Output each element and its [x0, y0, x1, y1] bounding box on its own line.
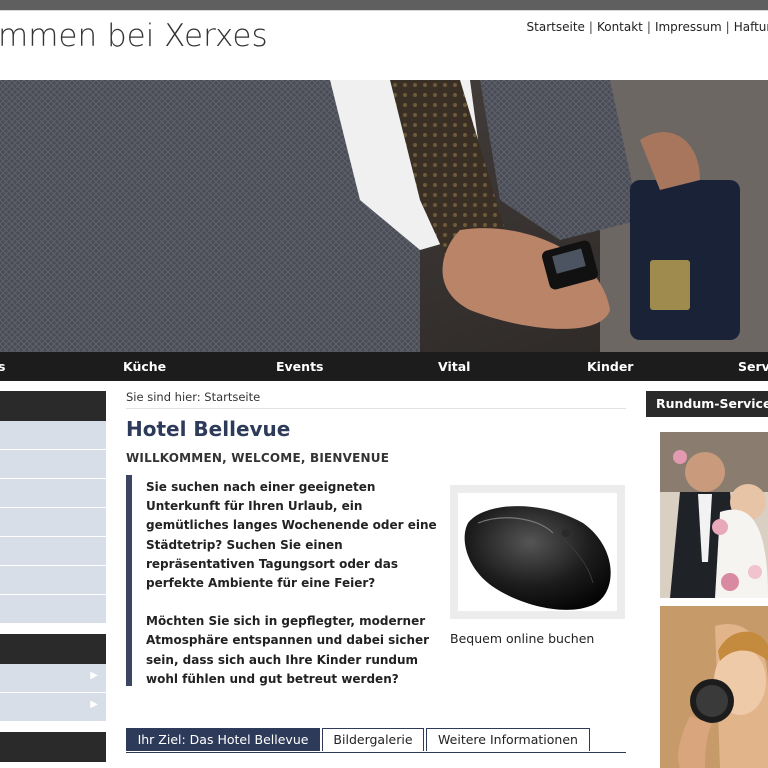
- meta-link-kontakt[interactable]: Kontakt: [597, 20, 643, 34]
- nav-item-kinder[interactable]: Kinder: [587, 359, 633, 374]
- meta-link-startseite[interactable]: Startseite: [527, 20, 585, 34]
- quote-bar: [126, 475, 132, 686]
- intro-paragraph: Möchten Sie sich in gepflegter, moderner…: [146, 614, 430, 686]
- intro-paragraph: Sie suchen nach einer geeigneten Unterku…: [146, 480, 437, 591]
- computer-mouse-image[interactable]: [458, 493, 617, 611]
- sidebar-item[interactable]: [0, 566, 106, 595]
- tab-hotel-bellevue[interactable]: Ihr Ziel: Das Hotel Bellevue: [126, 728, 320, 751]
- meta-navigation: Startseite|Kontakt|Impressum|Haftun: [527, 20, 768, 34]
- mouse-icon: [464, 506, 611, 610]
- nav-item-service-partial[interactable]: Serv: [738, 359, 768, 374]
- triangle-right-icon: ▶: [90, 670, 98, 681]
- nav-item-events[interactable]: Events: [276, 359, 323, 374]
- intro-text: Sie suchen nach einer geeigneten Unterku…: [146, 478, 446, 689]
- sidebar-item[interactable]: [0, 421, 106, 450]
- sidebar-heading: [0, 732, 106, 762]
- divider: [126, 408, 626, 409]
- page-title: Hotel Bellevue: [126, 417, 291, 441]
- tab-bildergalerie[interactable]: Bildergalerie: [322, 728, 424, 751]
- sidebar-item[interactable]: [0, 508, 106, 537]
- site-title: mmen bei Xerxes: [0, 18, 268, 54]
- sidebar-item[interactable]: [0, 537, 106, 566]
- nav-item-kueche[interactable]: Küche: [123, 359, 166, 374]
- top-strip: [0, 0, 768, 11]
- sidebar-item[interactable]: [0, 450, 106, 479]
- right-sidebar-heading: Rundum-Service: [646, 391, 768, 417]
- hero-photo-businessman: [0, 80, 768, 352]
- woman-mirror-photo[interactable]: [660, 606, 768, 768]
- sidebar-heading: [0, 634, 106, 664]
- right-sidebar-title: Rundum-Service: [656, 396, 768, 411]
- hero-image: [0, 80, 768, 352]
- meta-separator: |: [725, 20, 730, 34]
- meta-separator: |: [588, 20, 593, 34]
- sidebar-item[interactable]: ▶: [0, 664, 106, 693]
- triangle-right-icon: ▶: [90, 699, 98, 710]
- page-subtitle: WILLKOMMEN, WELCOME, BIENVENUE: [126, 451, 390, 465]
- tab-weitere-informationen[interactable]: Weitere Informationen: [426, 728, 590, 751]
- meta-link-haftung[interactable]: Haftun: [734, 20, 768, 34]
- sidebar-item[interactable]: ▶: [0, 693, 106, 722]
- sidebar-item[interactable]: [0, 595, 106, 624]
- nav-item-partial[interactable]: s: [0, 359, 5, 374]
- sidebar-item[interactable]: [0, 479, 106, 508]
- wedding-photo[interactable]: [660, 432, 768, 598]
- content-tabs: Ihr Ziel: Das Hotel Bellevue Bildergaler…: [126, 728, 626, 753]
- image-caption[interactable]: Bequem online buchen: [450, 631, 594, 646]
- meta-link-impressum[interactable]: Impressum: [655, 20, 722, 34]
- meta-separator: |: [646, 20, 651, 34]
- main-navigation: s Küche Events Vital Kinder Serv: [0, 352, 768, 381]
- clipped-tab-content: [146, 760, 566, 768]
- breadcrumb: Sie sind hier: Startseite: [126, 390, 261, 404]
- sidebar-heading: [0, 391, 106, 421]
- nav-item-vital[interactable]: Vital: [438, 359, 470, 374]
